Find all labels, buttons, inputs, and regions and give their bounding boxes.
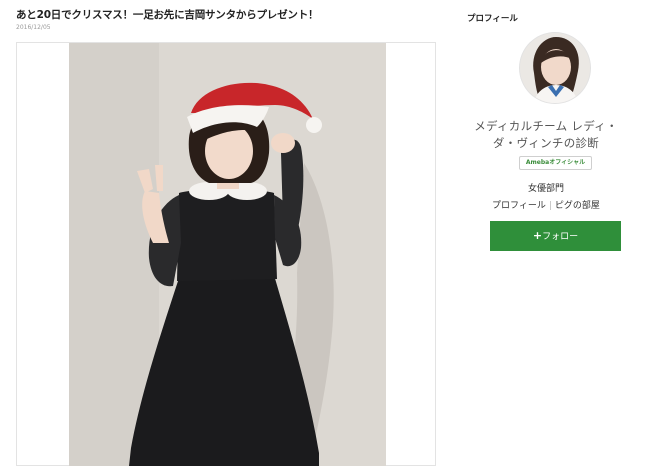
- pig-room-link[interactable]: ピグの部屋: [555, 201, 600, 211]
- profile-avatar-icon: [520, 33, 590, 103]
- official-badge: Amebaオフィシャル: [519, 156, 592, 170]
- profile-heading: プロフィール: [467, 14, 518, 24]
- profile-link[interactable]: プロフィール: [492, 201, 546, 211]
- blog-name[interactable]: メディカルチーム レディ・ダ・ヴィンチの診断: [466, 118, 626, 152]
- profile-links: プロフィール | ピグの部屋: [466, 198, 626, 211]
- category-label[interactable]: 女優部門: [466, 181, 626, 194]
- post-date: 2016/12/05: [16, 24, 51, 31]
- post-title[interactable]: あと20日でクリスマス！一足お先に吉岡サンタからプレゼント！: [16, 7, 318, 22]
- link-separator: |: [548, 201, 552, 211]
- post-photo[interactable]: [69, 43, 386, 466]
- avatar[interactable]: [520, 33, 590, 103]
- follow-button[interactable]: +フォロー: [490, 221, 621, 251]
- follow-label: フォロー: [542, 232, 579, 242]
- plus-icon: +: [532, 229, 543, 242]
